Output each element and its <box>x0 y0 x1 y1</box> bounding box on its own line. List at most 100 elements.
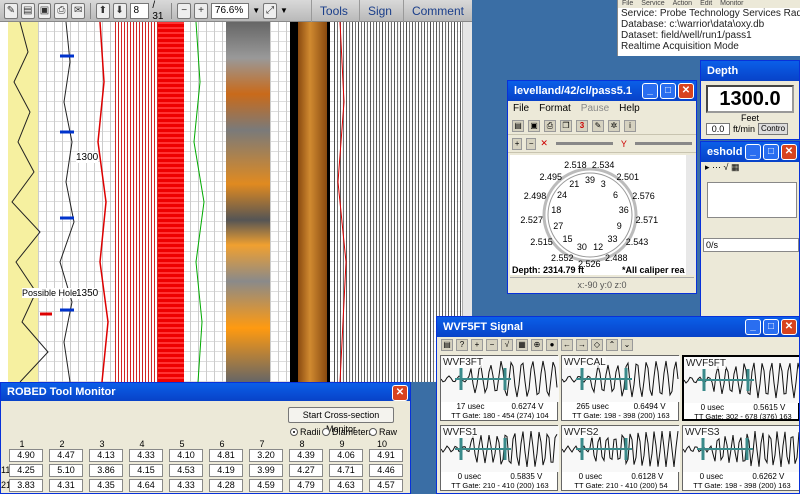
maximize-icon[interactable]: □ <box>763 144 779 160</box>
page-down-icon[interactable]: ⬇ <box>112 2 127 19</box>
info-icon[interactable]: i <box>624 119 636 132</box>
close-icon[interactable]: ✕ <box>781 144 797 160</box>
fit-icon[interactable]: ⤢ <box>263 2 277 19</box>
gate-icon[interactable]: ⊕ <box>531 339 543 351</box>
menu-file[interactable]: File <box>513 101 529 117</box>
maximize-icon[interactable]: □ <box>763 319 779 335</box>
menu-file[interactable]: File <box>622 0 633 8</box>
radius-value: 2.518 <box>564 160 587 171</box>
threshold-field[interactable]: 0/s <box>703 238 799 252</box>
close-icon[interactable]: ✕ <box>392 385 408 401</box>
copy-icon[interactable]: ❐ <box>560 119 572 132</box>
open-icon[interactable]: ▤ <box>20 2 35 19</box>
3d-icon[interactable]: 3 <box>576 119 588 132</box>
possible-hole-annotation: Possible Hole <box>22 288 78 298</box>
tool-monitor-window: ROBED Tool Monitor ✕ Start Cross-section… <box>0 382 411 494</box>
waveform-panel[interactable]: WVFS2 0 usec 0.6128 V TT Gate: 210 - 410 (2… <box>561 425 680 491</box>
radius-cell: 4.27 <box>289 464 323 477</box>
waveform-panel[interactable]: WVFS3 0 usec 0.6262 V TT Gate: 198 - 398 (2… <box>682 425 799 491</box>
zoom-in-icon[interactable]: + <box>194 2 208 19</box>
menu-service[interactable]: Service <box>641 0 664 8</box>
radio-dot[interactable] <box>369 428 377 436</box>
zoom-out-icon[interactable]: − <box>526 137 537 150</box>
menu-format[interactable]: Format <box>539 101 571 117</box>
signal-titlebar[interactable]: WVF5FT Signal _ □ ✕ <box>437 317 799 337</box>
scale-icon[interactable]: √ <box>501 339 513 351</box>
waveform-panel[interactable]: WVF3FT 17 usec 0.6274 V TT Gate: 180 - 454 … <box>440 355 559 421</box>
control-button[interactable]: Contro <box>758 123 789 135</box>
zoom-out-icon[interactable]: − <box>177 2 192 19</box>
waveform-panel[interactable]: WVF5FT 0 usec 0.5615 V TT Gate: 302 - 678 (… <box>682 355 799 421</box>
star-icon[interactable]: ✲ <box>608 119 620 132</box>
radio-radii[interactable]: Radii <box>290 427 321 437</box>
help-icon[interactable]: ? <box>456 339 468 351</box>
open-icon[interactable]: ▤ <box>512 119 524 132</box>
clock-number: 39 <box>585 175 596 185</box>
up-icon[interactable]: ⌃ <box>606 339 618 351</box>
sign-link[interactable]: Sign <box>358 0 400 22</box>
zoom-dropdown-icon[interactable]: ▼ <box>252 6 260 15</box>
fit-dropdown-icon[interactable]: ▼ <box>280 6 288 15</box>
zoom-out-icon[interactable]: − <box>486 339 498 351</box>
waveform-panel[interactable]: WVFCAL 265 usec 0.6494 V TT Gate: 198 - 398… <box>561 355 680 421</box>
folder-icon[interactable]: ▤ <box>441 339 453 351</box>
radio-diameters[interactable]: Diameters <box>322 427 373 437</box>
menu-monitor[interactable]: Monitor <box>720 0 743 8</box>
zoom-in-icon[interactable]: + <box>512 137 523 150</box>
down-icon[interactable]: ⌄ <box>621 339 633 351</box>
waveform-panel[interactable]: WVFS1 0 usec 0.5835 V TT Gate: 210 - 410 (2… <box>440 425 559 491</box>
speed-row: 0.0 ft/min Contro <box>701 123 799 135</box>
radio-label: Diameters <box>332 427 374 437</box>
depth-titlebar[interactable]: Depth <box>701 61 799 81</box>
tools-link[interactable]: Tools <box>310 0 356 22</box>
edit-icon[interactable]: ✎ <box>4 2 18 19</box>
x-rotation-slider[interactable] <box>555 142 613 145</box>
left-arrow-icon[interactable]: ← <box>561 339 573 351</box>
pen-icon[interactable]: ✎ <box>592 119 604 132</box>
save-icon[interactable]: ▣ <box>528 119 540 132</box>
record-icon[interactable]: ● <box>546 339 558 351</box>
pass-titlebar[interactable]: levelland/42/cl/pass5.1 _ □ ✕ <box>508 81 696 101</box>
menu-help[interactable]: Help <box>619 101 640 117</box>
menu-edit[interactable]: Edit <box>700 0 712 8</box>
print-icon[interactable]: ⎙ <box>544 119 556 132</box>
start-cross-section-button[interactable]: Start Cross-section Monitor <box>288 407 394 434</box>
radius-cell: 4.81 <box>209 449 243 462</box>
page-up-icon[interactable]: ⬆ <box>95 2 110 19</box>
column-header: 3 <box>99 439 105 449</box>
radius-value: 2.498 <box>523 191 547 202</box>
radio-dot[interactable] <box>322 428 330 436</box>
minimize-icon[interactable]: _ <box>745 319 761 335</box>
radius-cell: 4.46 <box>369 464 403 477</box>
menu-action[interactable]: Action <box>673 0 692 8</box>
page-number-input[interactable]: 8 <box>129 2 150 19</box>
gate-readout: TT Gate: 198 - 398 (200) 163 <box>693 481 791 490</box>
column-header: 8 <box>299 439 305 449</box>
radio-raw[interactable]: Raw <box>369 427 397 437</box>
minimize-icon[interactable]: _ <box>745 144 761 160</box>
tool-monitor-titlebar[interactable]: ROBED Tool Monitor ✕ <box>1 383 410 401</box>
threshold-titlebar[interactable]: eshold _ □ ✕ <box>701 142 799 162</box>
waveform-readout: 17 usec 0.6274 V <box>443 402 557 411</box>
expand-icon[interactable]: ◇ <box>591 339 603 351</box>
save-icon[interactable]: ▣ <box>37 2 52 19</box>
close-icon[interactable]: ✕ <box>781 319 797 335</box>
tool-icon[interactable]: ▸ ⋯ √ ▦ <box>705 162 739 172</box>
pass-scrollbar[interactable] <box>686 155 696 275</box>
radius-value: 2.515 <box>530 237 553 248</box>
menu-pause[interactable]: Pause <box>581 101 609 117</box>
print-icon[interactable]: ⎙ <box>54 2 69 19</box>
grid-icon[interactable]: ▦ <box>516 339 528 351</box>
radio-dot[interactable] <box>290 428 298 436</box>
waveform-readout: 0 usec 0.6128 V <box>564 472 678 481</box>
close-icon[interactable]: ✕ <box>678 83 694 99</box>
zoom-select[interactable]: 76.6% <box>210 2 250 19</box>
right-arrow-icon[interactable]: → <box>576 339 588 351</box>
minimize-icon[interactable]: _ <box>642 83 658 99</box>
maximize-icon[interactable]: □ <box>660 83 676 99</box>
zoom-in-icon[interactable]: + <box>471 339 483 351</box>
email-icon[interactable]: ✉ <box>71 2 86 19</box>
speed-readout: 0.0 <box>706 123 730 135</box>
comment-link[interactable]: Comment <box>402 0 472 22</box>
y-rotation-slider[interactable] <box>634 142 692 145</box>
